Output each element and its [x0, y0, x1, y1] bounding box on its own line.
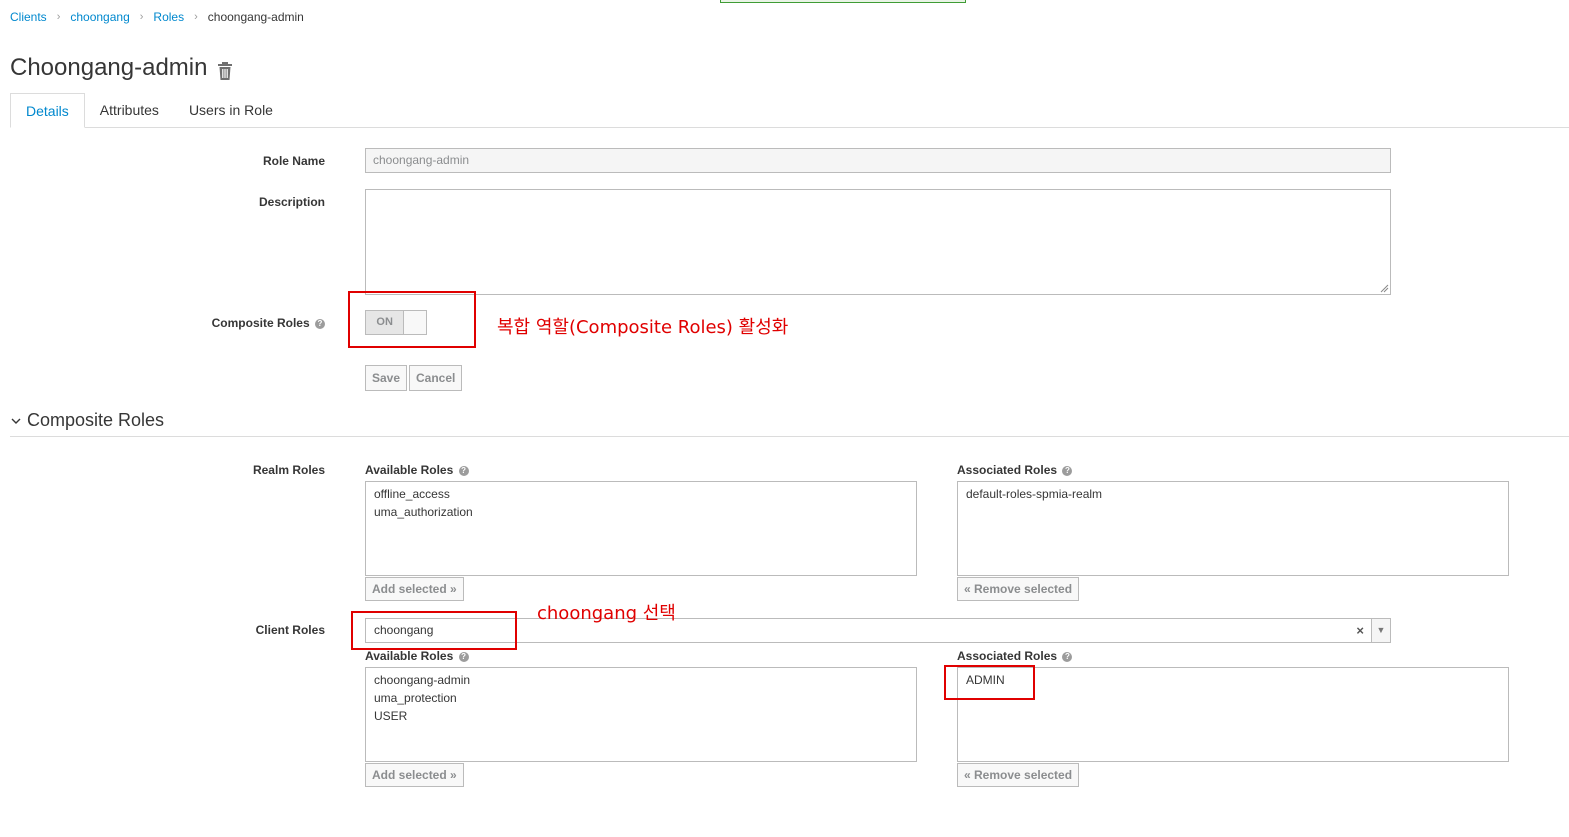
chevron-down-icon	[11, 418, 21, 424]
caret-down-icon[interactable]: ▼	[1371, 619, 1390, 642]
list-item[interactable]: uma_protection	[374, 689, 908, 707]
client-associated-label: Associated Roles ?	[957, 649, 1073, 663]
notification-strip	[720, 0, 966, 3]
list-item[interactable]: uma_authorization	[374, 503, 908, 521]
client-select[interactable]: choongang × ▼	[365, 618, 1391, 643]
client-associated-list[interactable]: ADMIN	[957, 667, 1509, 762]
annotation-box-client	[351, 611, 517, 650]
breadcrumb: Clients › choongang › Roles › choongang-…	[10, 10, 304, 24]
annotation-box-admin	[944, 665, 1035, 700]
role-name-label: Role Name	[262, 154, 325, 168]
annotation-client-note: choongang 선택	[537, 603, 676, 624]
annotation-box-composite	[348, 291, 476, 348]
client-available-label-text: Available Roles	[365, 649, 454, 663]
breadcrumb-separator: ›	[194, 11, 198, 23]
question-circle-icon[interactable]: ?	[458, 652, 469, 662]
role-name-field[interactable]: choongang-admin	[365, 148, 1391, 173]
composite-section-title: Composite Roles	[27, 410, 165, 430]
list-item[interactable]: USER	[374, 707, 908, 725]
realm-associated-label-text: Associated Roles	[957, 463, 1058, 477]
composite-section-header[interactable]: Composite Roles	[10, 410, 164, 431]
tab-bar: Details Attributes Users in Role	[10, 93, 1569, 128]
realm-associated-label: Associated Roles ?	[957, 463, 1073, 477]
list-item[interactable]: default-roles-spmia-realm	[966, 485, 1500, 503]
question-circle-icon[interactable]: ?	[458, 466, 469, 476]
realm-remove-selected-button[interactable]: « Remove selected	[957, 577, 1080, 601]
breadcrumb-current: choongang-admin	[207, 10, 304, 24]
resize-handle-icon[interactable]	[1380, 284, 1389, 293]
realm-roles-label: Realm Roles	[252, 463, 325, 477]
list-item[interactable]: ADMIN	[966, 671, 1500, 689]
page-title: Choongang-admin	[10, 54, 208, 81]
list-item[interactable]: offline_access	[374, 485, 908, 503]
client-add-selected-button[interactable]: Add selected »	[365, 763, 464, 787]
realm-available-label-text: Available Roles	[365, 463, 454, 477]
composite-roles-label-text: Composite Roles	[211, 316, 310, 330]
tab-details[interactable]: Details	[10, 93, 85, 128]
breadcrumb-separator: ›	[139, 11, 144, 23]
realm-available-label: Available Roles ?	[365, 463, 469, 477]
cancel-button[interactable]: Cancel	[409, 365, 463, 391]
list-item[interactable]: choongang-admin	[374, 671, 908, 689]
composite-roles-label: Composite Roles ?	[160, 316, 325, 330]
realm-associated-list[interactable]: default-roles-spmia-realm	[957, 481, 1509, 576]
client-associated-label-text: Associated Roles	[957, 649, 1058, 663]
breadcrumb-separator: ›	[56, 11, 61, 23]
breadcrumb-clients[interactable]: Clients	[10, 10, 47, 24]
breadcrumb-roles[interactable]: Roles	[153, 10, 184, 24]
page-title-row: Choongang-admin	[10, 54, 233, 82]
client-remove-selected-button[interactable]: « Remove selected	[957, 763, 1080, 787]
description-label: Description	[258, 195, 325, 209]
tab-users-in-role[interactable]: Users in Role	[174, 93, 288, 127]
client-available-label: Available Roles ?	[365, 649, 469, 663]
question-circle-icon[interactable]: ?	[1062, 466, 1073, 476]
realm-available-list[interactable]: offline_access uma_authorization	[365, 481, 917, 576]
section-divider	[10, 436, 1569, 437]
description-textarea[interactable]	[365, 189, 1391, 295]
trash-icon[interactable]	[217, 59, 233, 80]
breadcrumb-client[interactable]: choongang	[70, 10, 129, 24]
question-circle-icon[interactable]: ?	[315, 319, 325, 329]
tab-attributes[interactable]: Attributes	[85, 93, 174, 127]
annotation-composite-note: 복합 역할(Composite Roles) 활성화	[497, 317, 789, 338]
save-button[interactable]: Save	[365, 365, 408, 391]
client-roles-label: Client Roles	[255, 623, 325, 637]
realm-add-selected-button[interactable]: Add selected »	[365, 577, 464, 601]
close-icon[interactable]: ×	[1356, 619, 1364, 642]
client-available-list[interactable]: choongang-admin uma_protection USER	[365, 667, 917, 762]
question-circle-icon[interactable]: ?	[1062, 652, 1073, 662]
